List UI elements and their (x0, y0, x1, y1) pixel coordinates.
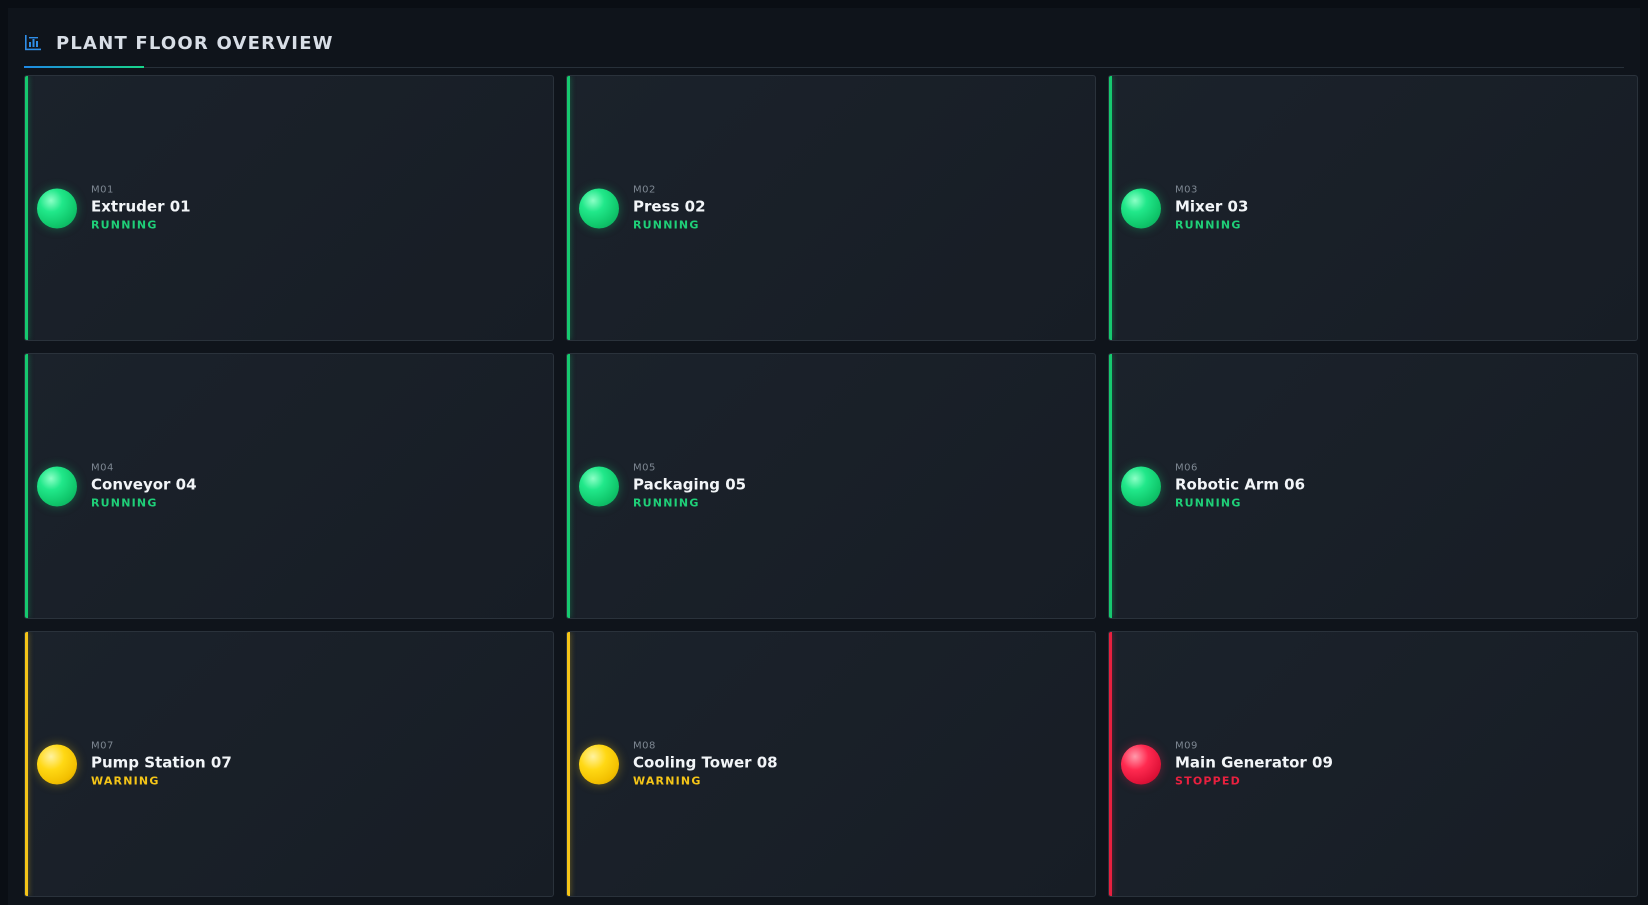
header-accent-line (24, 66, 144, 68)
status-indicator-icon (1121, 744, 1161, 784)
machine-id: M06 (1175, 462, 1198, 474)
card-body: M01 Extruder 01 RUNNING (37, 184, 191, 233)
machine-info: M01 Extruder 01 RUNNING (91, 184, 191, 233)
plant-floor-panel: PLANT FLOOR OVERVIEW M01 Extruder 01 RUNNI… (8, 8, 1640, 905)
machine-name: Robotic Arm 06 (1175, 475, 1306, 494)
card-body: M07 Pump Station 07 WARNING (37, 740, 232, 789)
status-bar (567, 76, 570, 340)
status-bar (25, 354, 28, 618)
machine-name: Cooling Tower 08 (633, 753, 778, 772)
status-badge: STOPPED (1175, 774, 1241, 788)
machine-info: M09 Main Generator 09 STOPPED (1175, 740, 1333, 789)
card-body: M06 Robotic Arm 06 RUNNING (1121, 462, 1305, 511)
machine-card-m01[interactable]: M01 Extruder 01 RUNNING (24, 75, 554, 341)
machine-id: M02 (633, 184, 656, 196)
machine-name: Extruder 01 (91, 197, 191, 216)
machine-id: M05 (633, 462, 656, 474)
machine-card-m07[interactable]: M07 Pump Station 07 WARNING (24, 631, 554, 897)
status-indicator-icon (1121, 466, 1161, 506)
status-bar (1109, 632, 1112, 896)
page-title: PLANT FLOOR OVERVIEW (56, 33, 334, 54)
machine-card-m05[interactable]: M05 Packaging 05 RUNNING (566, 353, 1096, 619)
bar-chart-icon (25, 35, 41, 51)
status-bar (25, 76, 28, 340)
machine-card-m06[interactable]: M06 Robotic Arm 06 RUNNING (1108, 353, 1638, 619)
status-bar (567, 632, 570, 896)
panel-header: PLANT FLOOR OVERVIEW (24, 24, 1624, 68)
machine-info: M07 Pump Station 07 WARNING (91, 740, 232, 789)
status-indicator-icon (37, 466, 77, 506)
machine-info: M02 Press 02 RUNNING (633, 184, 706, 233)
card-body: M05 Packaging 05 RUNNING (579, 462, 746, 511)
machine-name: Pump Station 07 (91, 753, 232, 772)
status-bar (1109, 76, 1112, 340)
machine-info: M08 Cooling Tower 08 WARNING (633, 740, 778, 789)
card-body: M04 Conveyor 04 RUNNING (37, 462, 197, 511)
status-indicator-icon (37, 744, 77, 784)
machine-name: Press 02 (633, 197, 706, 216)
status-indicator-icon (1121, 188, 1161, 228)
machine-grid: M01 Extruder 01 RUNNING M02 Press 02 RUNNING M… (24, 75, 1638, 897)
machine-id: M01 (91, 184, 114, 196)
status-bar (567, 354, 570, 618)
status-badge: RUNNING (1175, 218, 1242, 232)
card-body: M02 Press 02 RUNNING (579, 184, 706, 233)
status-bar (25, 632, 28, 896)
status-badge: RUNNING (91, 496, 158, 510)
machine-id: M08 (633, 740, 656, 752)
machine-id: M07 (91, 740, 114, 752)
status-badge: RUNNING (1175, 496, 1242, 510)
status-badge: RUNNING (633, 218, 700, 232)
machine-info: M03 Mixer 03 RUNNING (1175, 184, 1248, 233)
machine-id: M03 (1175, 184, 1198, 196)
status-badge: WARNING (91, 774, 160, 788)
status-indicator-icon (579, 744, 619, 784)
machine-name: Main Generator 09 (1175, 753, 1333, 772)
machine-info: M05 Packaging 05 RUNNING (633, 462, 746, 511)
card-body: M08 Cooling Tower 08 WARNING (579, 740, 778, 789)
machine-info: M04 Conveyor 04 RUNNING (91, 462, 197, 511)
machine-name: Conveyor 04 (91, 475, 197, 494)
machine-card-m02[interactable]: M02 Press 02 RUNNING (566, 75, 1096, 341)
card-body: M09 Main Generator 09 STOPPED (1121, 740, 1333, 789)
machine-card-m08[interactable]: M08 Cooling Tower 08 WARNING (566, 631, 1096, 897)
machine-card-m09[interactable]: M09 Main Generator 09 STOPPED (1108, 631, 1638, 897)
status-badge: WARNING (633, 774, 702, 788)
machine-id: M09 (1175, 740, 1198, 752)
status-bar (1109, 354, 1112, 618)
machine-card-m03[interactable]: M03 Mixer 03 RUNNING (1108, 75, 1638, 341)
machine-name: Mixer 03 (1175, 197, 1249, 216)
status-indicator-icon (579, 188, 619, 228)
status-badge: RUNNING (633, 496, 700, 510)
machine-card-m04[interactable]: M04 Conveyor 04 RUNNING (24, 353, 554, 619)
status-badge: RUNNING (91, 218, 158, 232)
machine-name: Packaging 05 (633, 475, 747, 494)
machine-id: M04 (91, 462, 114, 474)
card-body: M03 Mixer 03 RUNNING (1121, 184, 1248, 233)
machine-info: M06 Robotic Arm 06 RUNNING (1175, 462, 1305, 511)
status-indicator-icon (579, 466, 619, 506)
status-indicator-icon (37, 188, 77, 228)
